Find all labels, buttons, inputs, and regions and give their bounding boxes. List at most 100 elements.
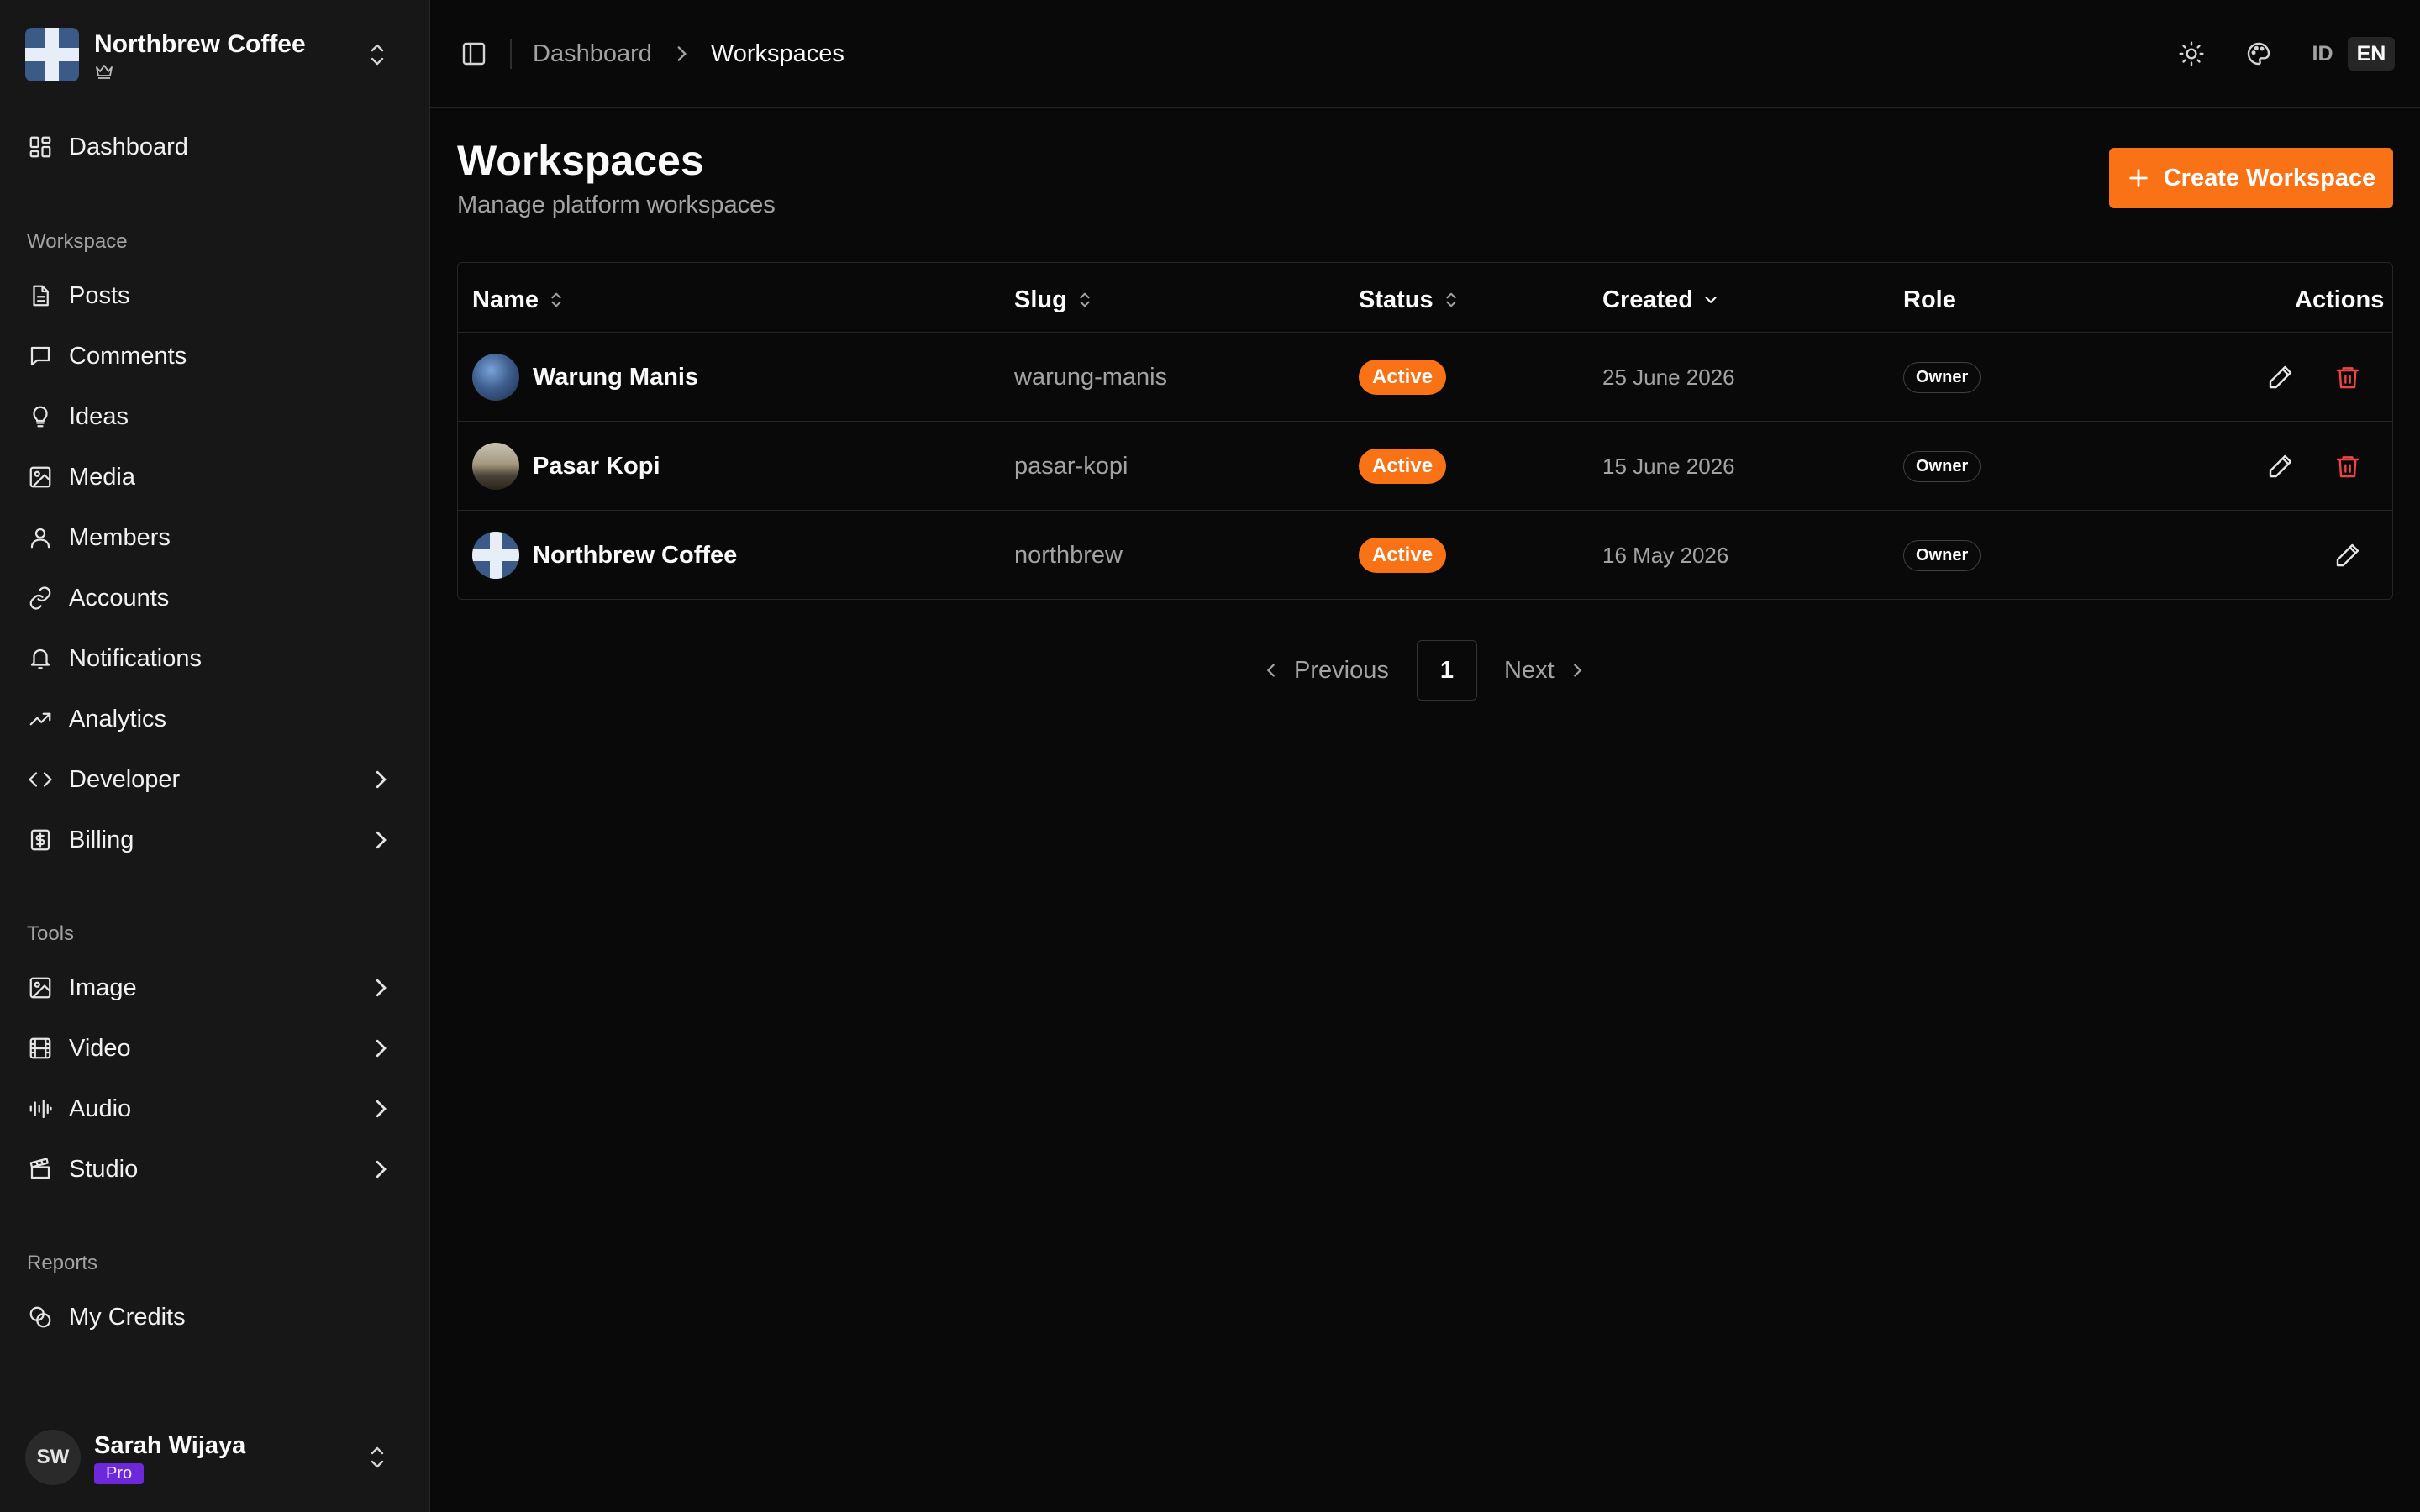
chevrons-up-down-icon (371, 1446, 384, 1468)
column-header-status[interactable]: Status (1359, 283, 1460, 317)
sidebar-item-developer[interactable]: Developer (25, 754, 405, 805)
sidebar-item-studio[interactable]: Studio (25, 1144, 405, 1194)
palette-button[interactable] (2242, 37, 2275, 71)
workspace-name: Northbrew Coffee (94, 30, 306, 58)
role-badge: Owner (1903, 539, 1981, 571)
column-header-slug[interactable]: Slug (1014, 283, 1094, 317)
sidebar-item-ideas[interactable]: Ideas (25, 391, 405, 442)
page-subtitle: Manage platform workspaces (457, 192, 776, 218)
chevron-right-icon (1573, 664, 1581, 677)
code-icon (27, 766, 54, 793)
sidebar: Northbrew Coffee Dashboard Workspace Pos… (0, 0, 430, 1512)
sort-icon (551, 292, 561, 307)
delete-button[interactable] (2331, 449, 2365, 483)
chevron-left-icon (1266, 664, 1275, 677)
workspace-name-cell[interactable]: Warung Manis (533, 364, 698, 391)
trending-icon (27, 706, 54, 732)
pagination-previous-button[interactable]: Previous (1262, 640, 1389, 701)
status-badge: Active (1359, 538, 1447, 573)
sidebar-item-analytics[interactable]: Analytics (25, 694, 405, 744)
sidebar-item-label: Media (69, 463, 135, 491)
sidebar-item-audio[interactable]: Audio (25, 1084, 405, 1134)
table-row: Warung Manis warung-manis Active 25 June… (458, 333, 2392, 422)
lang-id-button[interactable]: ID (2302, 37, 2343, 71)
sidebar-item-members[interactable]: Members (25, 512, 405, 563)
edit-button[interactable] (2264, 360, 2297, 394)
workspace-name-cell[interactable]: Pasar Kopi (533, 453, 660, 480)
column-header-created[interactable]: Created (1602, 283, 1720, 317)
pencil-icon (2336, 543, 2360, 567)
trash-icon (2336, 367, 2360, 389)
sidebar-item-posts[interactable]: Posts (25, 270, 405, 321)
lang-en-button[interactable]: EN (2348, 37, 2395, 71)
plan-badge: Pro (94, 1462, 145, 1484)
sort-icon (1080, 292, 1090, 307)
workspace-avatar (472, 443, 519, 490)
chevron-right-icon (376, 1039, 387, 1058)
pagination-previous-label: Previous (1294, 656, 1389, 684)
sidebar-item-dashboard[interactable]: Dashboard (25, 122, 405, 172)
pagination-page-button[interactable]: 1 (1417, 640, 1477, 701)
theme-toggle-button[interactable] (2175, 37, 2208, 71)
create-workspace-button[interactable]: Create Workspace (2109, 148, 2393, 208)
delete-button[interactable] (2331, 360, 2365, 394)
column-header-label: Slug (1014, 286, 1067, 313)
workspace-name-cell[interactable]: Northbrew Coffee (533, 542, 737, 570)
sidebar-item-label: Accounts (69, 584, 170, 612)
sidebar-item-label: Notifications (69, 644, 202, 672)
chevrons-up-down-icon (371, 44, 384, 66)
chevron-right-icon (677, 46, 687, 61)
pagination-next-button[interactable]: Next (1504, 640, 1586, 701)
sidebar-item-label: Ideas (69, 402, 129, 430)
pencil-icon (2269, 454, 2292, 478)
chevron-right-icon (376, 979, 387, 997)
user-menu[interactable]: SW Sarah Wijaya Pro (25, 1428, 405, 1487)
edit-button[interactable] (2331, 538, 2365, 572)
sidebar-toggle-button[interactable] (457, 37, 491, 71)
pencil-icon (2269, 365, 2292, 389)
breadcrumb-dashboard[interactable]: Dashboard (533, 40, 652, 68)
sidebar-item-my-credits[interactable]: My Credits (25, 1292, 405, 1342)
created-cell: 25 June 2026 (1602, 364, 1735, 390)
sidebar-item-label: Image (69, 974, 137, 1001)
dashboard-icon (27, 134, 54, 160)
sidebar-item-image[interactable]: Image (25, 963, 405, 1013)
column-header-label: Role (1903, 286, 1956, 313)
column-header-actions: Actions (2295, 283, 2384, 317)
avatar: SW (25, 1430, 81, 1485)
workspace-avatar (472, 354, 519, 401)
status-badge: Active (1359, 360, 1447, 395)
sidebar-item-comments[interactable]: Comments (25, 331, 405, 381)
panel-left-icon (462, 42, 486, 66)
slug-cell: warung-manis (1014, 363, 1168, 391)
sidebar-item-media[interactable]: Media (25, 452, 405, 502)
table-row: Northbrew Coffee northbrew Active 16 May… (458, 511, 2392, 600)
workspace-switcher[interactable]: Northbrew Coffee (25, 25, 405, 84)
created-cell: 15 June 2026 (1602, 453, 1735, 479)
role-badge: Owner (1903, 361, 1981, 393)
header: Dashboard Workspaces ID EN (430, 0, 2420, 108)
sidebar-item-label: Dashboard (69, 133, 188, 160)
column-header-role: Role (1903, 283, 1956, 317)
sidebar-item-notifications[interactable]: Notifications (25, 633, 405, 684)
clapperboard-icon (27, 1156, 54, 1183)
sidebar-item-label: Developer (69, 765, 181, 793)
sidebar-item-accounts[interactable]: Accounts (25, 573, 405, 623)
column-header-name[interactable]: Name (472, 283, 566, 317)
lightbulb-icon (27, 403, 54, 430)
sidebar-item-label: Posts (69, 281, 130, 309)
sidebar-item-video[interactable]: Video (25, 1023, 405, 1074)
sidebar-item-billing[interactable]: Billing (25, 815, 405, 865)
column-header-label: Actions (2295, 286, 2385, 313)
workspace-avatar (472, 532, 519, 579)
edit-button[interactable] (2264, 449, 2297, 483)
app: Northbrew Coffee Dashboard Workspace Pos… (0, 0, 2420, 1512)
chevron-right-icon (376, 770, 387, 789)
audio-wave-icon (27, 1095, 54, 1122)
bell-icon (27, 645, 54, 672)
chevron-right-icon (376, 1100, 387, 1118)
page-title: Workspaces (457, 137, 704, 184)
table-row: Pasar Kopi pasar-kopi Active 15 June 202… (458, 422, 2392, 511)
dollar-icon (27, 827, 54, 853)
sun-icon (2179, 41, 2204, 66)
